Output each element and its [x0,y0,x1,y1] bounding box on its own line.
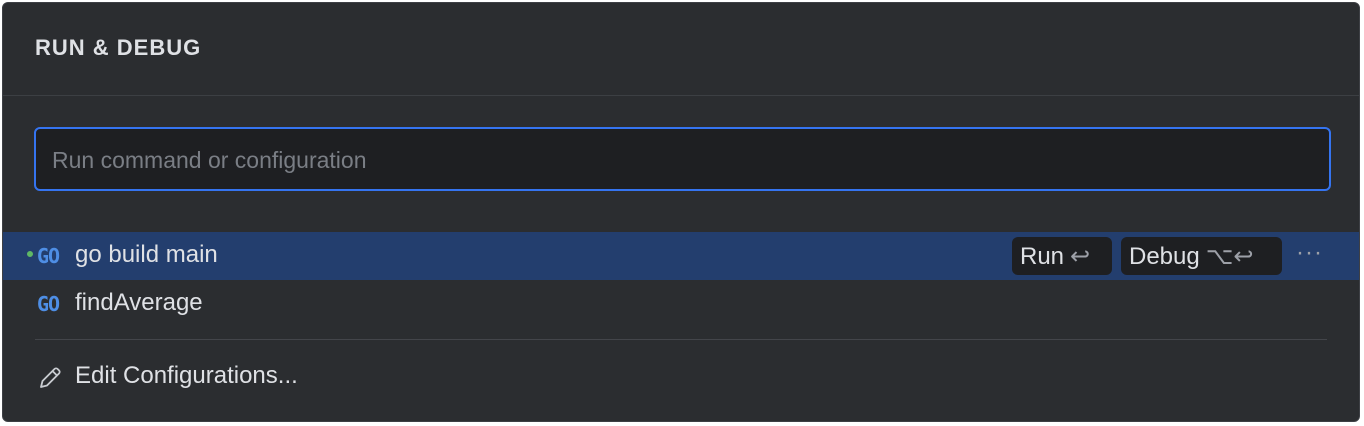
list-item-label: go build main [75,241,218,268]
pencil-icon [40,367,61,388]
go-icon: GO [37,244,60,268]
edit-configurations-label: Edit Configurations... [75,362,298,389]
edit-configurations-item[interactable]: Edit Configurations... [3,353,1359,401]
enter-key-icon: ↩ [1070,243,1091,270]
running-indicator-icon [25,249,35,259]
option-enter-key-icon: ⌥↩ [1205,243,1254,270]
go-icon: GO [37,292,60,316]
search-input[interactable] [50,129,1304,191]
popup-title: RUN & DEBUG [35,35,202,60]
run-button-label: Run [1020,243,1065,270]
list-item-label: findAverage [75,289,203,316]
list-item-go-build-main[interactable]: GO go build main Run ↩ Debug ⌥↩ ··· [3,232,1359,280]
more-options-icon[interactable]: ··· [1296,239,1323,267]
search-box[interactable] [34,127,1331,191]
run-debug-popup: RUN & DEBUG GO go build main Run↩ Debug⌥… [2,2,1360,422]
divider [3,95,1359,96]
list-item-find-average[interactable]: GO findAverage [3,280,1359,328]
debug-button[interactable]: Debug ⌥↩ [1121,237,1282,275]
run-button[interactable]: Run ↩ [1012,237,1112,275]
divider [35,339,1327,340]
debug-button-label: Debug [1129,243,1200,270]
